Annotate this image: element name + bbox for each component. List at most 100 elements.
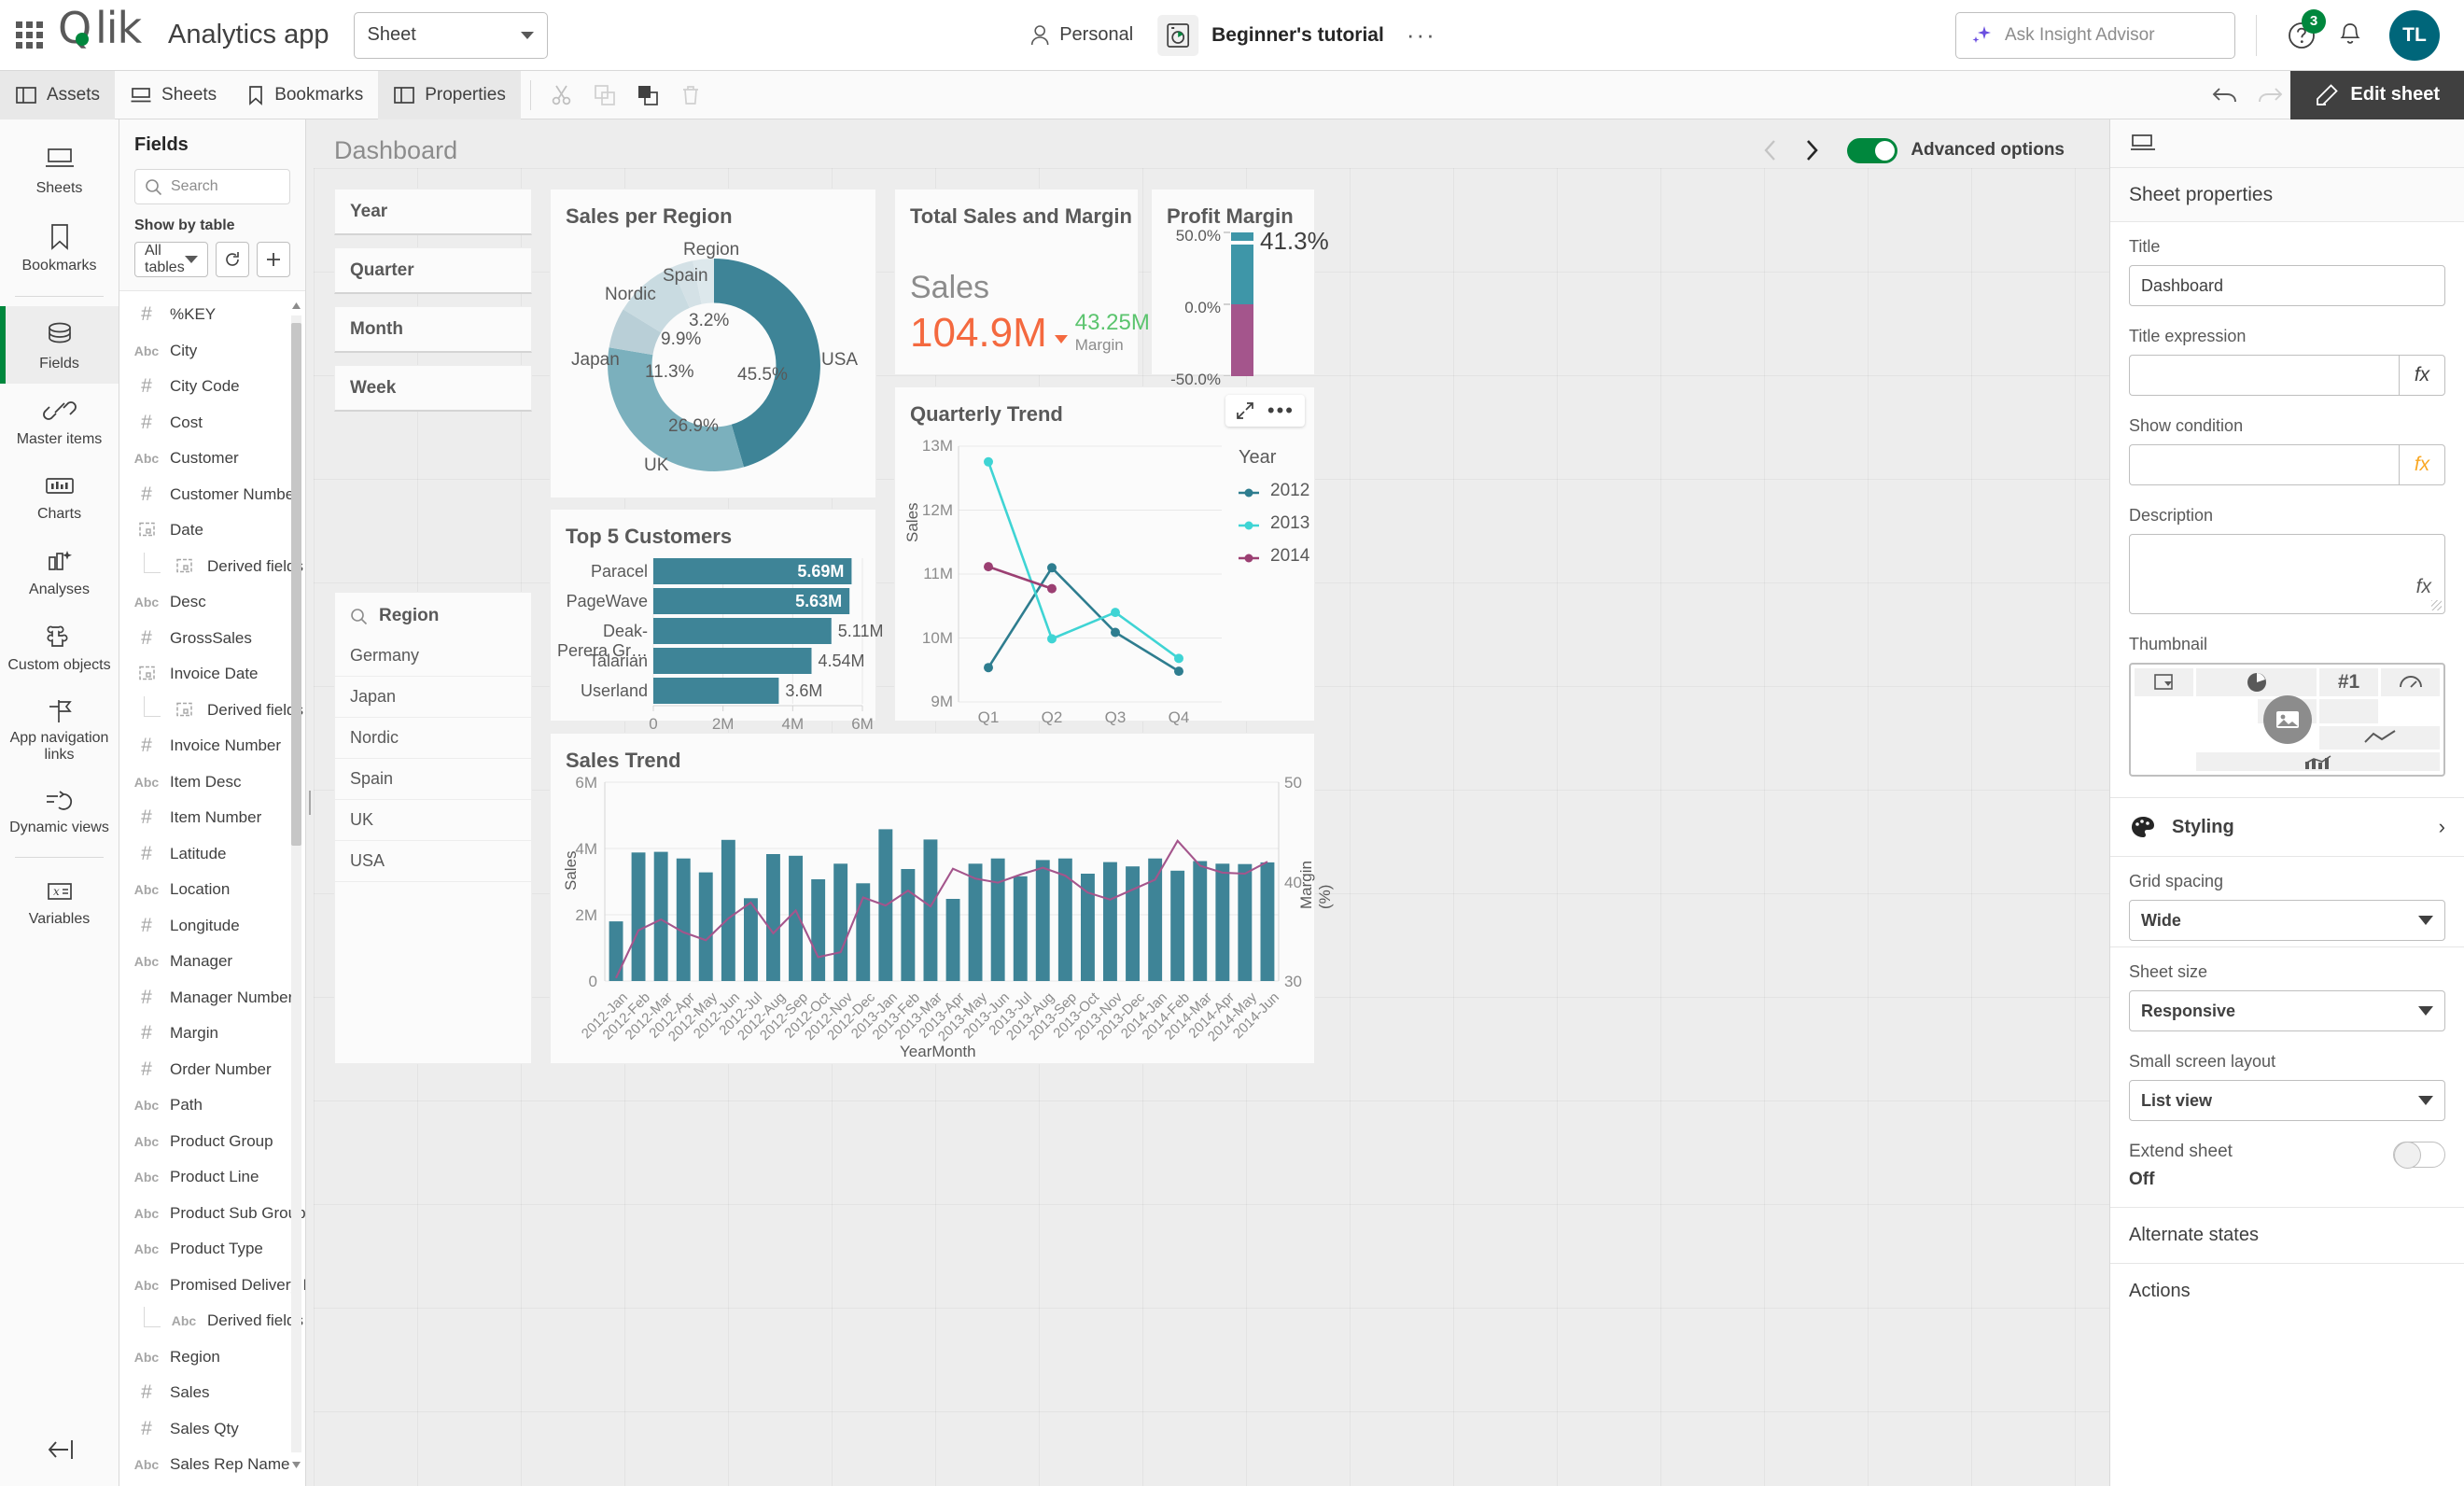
bar[interactable] bbox=[1103, 862, 1117, 981]
bar[interactable] bbox=[990, 858, 1005, 981]
sidebar-item-dynamic-views[interactable]: Dynamic views bbox=[0, 776, 119, 848]
field-row[interactable]: # Item Number bbox=[119, 800, 305, 836]
bar[interactable] bbox=[766, 854, 780, 981]
field-row[interactable]: Abc Item Desc bbox=[119, 764, 305, 801]
title-expression-fx-button[interactable]: fx bbox=[2399, 355, 2445, 396]
sidebar-item-analyses[interactable]: Analyses bbox=[0, 534, 119, 610]
field-row[interactable]: Invoice Date bbox=[119, 656, 305, 693]
show-condition-fx-button[interactable]: fx bbox=[2399, 444, 2445, 485]
space-personal-button[interactable]: Personal bbox=[1016, 24, 1146, 47]
refresh-fields-button[interactable] bbox=[215, 242, 249, 277]
field-row[interactable]: Abc Desc bbox=[119, 584, 305, 621]
edit-sheet-button[interactable]: Edit sheet bbox=[2290, 70, 2464, 119]
scrollbar-thumb[interactable] bbox=[291, 323, 301, 846]
field-row[interactable]: Abc Product Sub Group bbox=[119, 1196, 305, 1232]
fullscreen-icon[interactable] bbox=[1236, 401, 1254, 420]
bar[interactable] bbox=[698, 872, 713, 981]
sidebar-item-custom-objects[interactable]: Custom objects bbox=[0, 610, 119, 685]
field-row[interactable]: Abc Promised Delivery Date bbox=[119, 1268, 305, 1304]
bar[interactable] bbox=[1260, 862, 1275, 981]
bar[interactable] bbox=[1238, 863, 1253, 981]
listbox-item[interactable]: UK bbox=[335, 800, 531, 841]
previous-sheet-button[interactable] bbox=[1752, 132, 1789, 169]
description-fx-button[interactable]: fx bbox=[2416, 576, 2431, 598]
field-row[interactable]: Date bbox=[119, 512, 305, 549]
field-row[interactable]: # GrossSales bbox=[119, 621, 305, 657]
field-row[interactable]: Derived fields bbox=[119, 693, 305, 729]
filter-pane-quarter[interactable]: Quarter bbox=[334, 247, 532, 294]
listbox-item[interactable]: Spain bbox=[335, 759, 531, 800]
small-screen-select[interactable]: List view bbox=[2129, 1080, 2445, 1121]
fields-search-input[interactable]: Search bbox=[134, 169, 290, 204]
listbox-item[interactable]: Nordic bbox=[335, 718, 531, 759]
legend-item-2012[interactable]: 2012 bbox=[1239, 481, 1309, 501]
sheet-size-select[interactable]: Responsive bbox=[2129, 990, 2445, 1031]
chart-quarterly-trend[interactable]: Quarterly Trend ••• Sales 9M 10M 11M 12M 13M… bbox=[894, 386, 1315, 726]
sales-trend-bars[interactable] bbox=[609, 829, 1275, 982]
chart-more-options-icon[interactable]: ••• bbox=[1267, 400, 1295, 421]
app-more-options-button[interactable]: ··· bbox=[1395, 21, 1448, 49]
toolbar-properties-button[interactable]: Properties bbox=[378, 70, 521, 119]
bar[interactable] bbox=[1035, 860, 1050, 981]
field-row[interactable]: # Sales Qty bbox=[119, 1411, 305, 1448]
thumbnail-preview[interactable]: #1 bbox=[2129, 663, 2445, 777]
sidebar-item-charts[interactable]: Charts bbox=[0, 460, 119, 534]
field-row[interactable]: # Cost bbox=[119, 405, 305, 442]
sidebar-item-sheets[interactable]: Sheets bbox=[0, 133, 119, 208]
line-series-2012[interactable] bbox=[987, 566, 1180, 673]
bar[interactable] bbox=[653, 618, 832, 644]
sheet-icon[interactable] bbox=[2129, 133, 2157, 155]
panel-splitter[interactable] bbox=[306, 119, 314, 1486]
field-row[interactable]: Abc Manager bbox=[119, 944, 305, 980]
field-row[interactable]: # Longitude bbox=[119, 908, 305, 945]
bar[interactable] bbox=[1193, 861, 1208, 982]
sidebar-item-app-navigation-links[interactable]: App navigation links bbox=[0, 686, 119, 776]
bar[interactable] bbox=[1126, 866, 1140, 981]
kpi-total-sales-and-margin[interactable]: Total Sales and Margin Sales 104.9M 43.2… bbox=[894, 189, 1164, 375]
bar[interactable] bbox=[676, 858, 691, 981]
field-row[interactable]: # %KEY bbox=[119, 297, 305, 333]
delete-button[interactable] bbox=[669, 74, 712, 117]
help-button[interactable]: 3 bbox=[2277, 8, 2326, 60]
bar[interactable] bbox=[901, 869, 916, 981]
bar[interactable] bbox=[945, 899, 960, 981]
toolbar-sheets-button[interactable]: Sheets bbox=[115, 71, 231, 119]
field-row[interactable]: Abc Customer bbox=[119, 441, 305, 477]
undo-button[interactable] bbox=[2205, 74, 2247, 117]
show-condition-input[interactable] bbox=[2129, 444, 2399, 485]
listbox-item[interactable]: Japan bbox=[335, 677, 531, 718]
bullet-negative-bar[interactable] bbox=[1231, 304, 1253, 376]
bar[interactable] bbox=[653, 851, 668, 981]
notifications-button[interactable] bbox=[2326, 11, 2374, 60]
fields-list[interactable]: # %KEY Abc City # City Code # Cost Abc Customer # C… bbox=[119, 290, 305, 1486]
line-series-2014[interactable] bbox=[987, 565, 1053, 590]
field-row[interactable]: # Invoice Number bbox=[119, 728, 305, 764]
margin-trend-line[interactable] bbox=[615, 839, 1268, 979]
qlik-logo[interactable]: Q lik bbox=[58, 3, 147, 65]
description-textarea[interactable]: fx bbox=[2129, 534, 2445, 614]
filter-pane-month[interactable]: Month bbox=[334, 306, 532, 353]
legend-item-2013[interactable]: 2013 bbox=[1239, 513, 1309, 534]
copy-button[interactable] bbox=[583, 74, 626, 117]
field-row[interactable]: Abc Derived fields bbox=[119, 1303, 305, 1339]
table-select[interactable]: All tables bbox=[134, 242, 208, 277]
field-row[interactable]: # Sales bbox=[119, 1375, 305, 1411]
toolbar-bookmarks-button[interactable]: Bookmarks bbox=[231, 71, 378, 119]
sidebar-item-master-items[interactable]: Master items bbox=[0, 384, 119, 459]
collapse-rail-button[interactable] bbox=[0, 1417, 119, 1486]
line-series-2013[interactable] bbox=[987, 461, 1180, 660]
styling-accordion[interactable]: Styling › bbox=[2110, 797, 2464, 857]
bar[interactable] bbox=[609, 921, 623, 981]
add-field-button[interactable] bbox=[256, 242, 290, 277]
field-row[interactable]: Abc Product Type bbox=[119, 1231, 305, 1268]
toolbar-assets-button[interactable]: Assets bbox=[0, 70, 116, 119]
scroll-down-icon[interactable] bbox=[291, 1458, 301, 1471]
fields-scrollbar[interactable] bbox=[291, 297, 301, 1471]
advanced-options-toggle[interactable] bbox=[1847, 137, 1898, 163]
sidebar-item-bookmarks[interactable]: Bookmarks bbox=[0, 208, 119, 286]
legend-item-2014[interactable]: 2014 bbox=[1239, 546, 1309, 567]
sidebar-item-fields[interactable]: Fields bbox=[0, 305, 119, 385]
thumbnail-select-overlay[interactable] bbox=[2262, 695, 2312, 744]
listbox-region[interactable]: Region Germany Japan Nordic Spain UK USA bbox=[334, 592, 532, 1064]
paste-button[interactable] bbox=[626, 74, 669, 117]
